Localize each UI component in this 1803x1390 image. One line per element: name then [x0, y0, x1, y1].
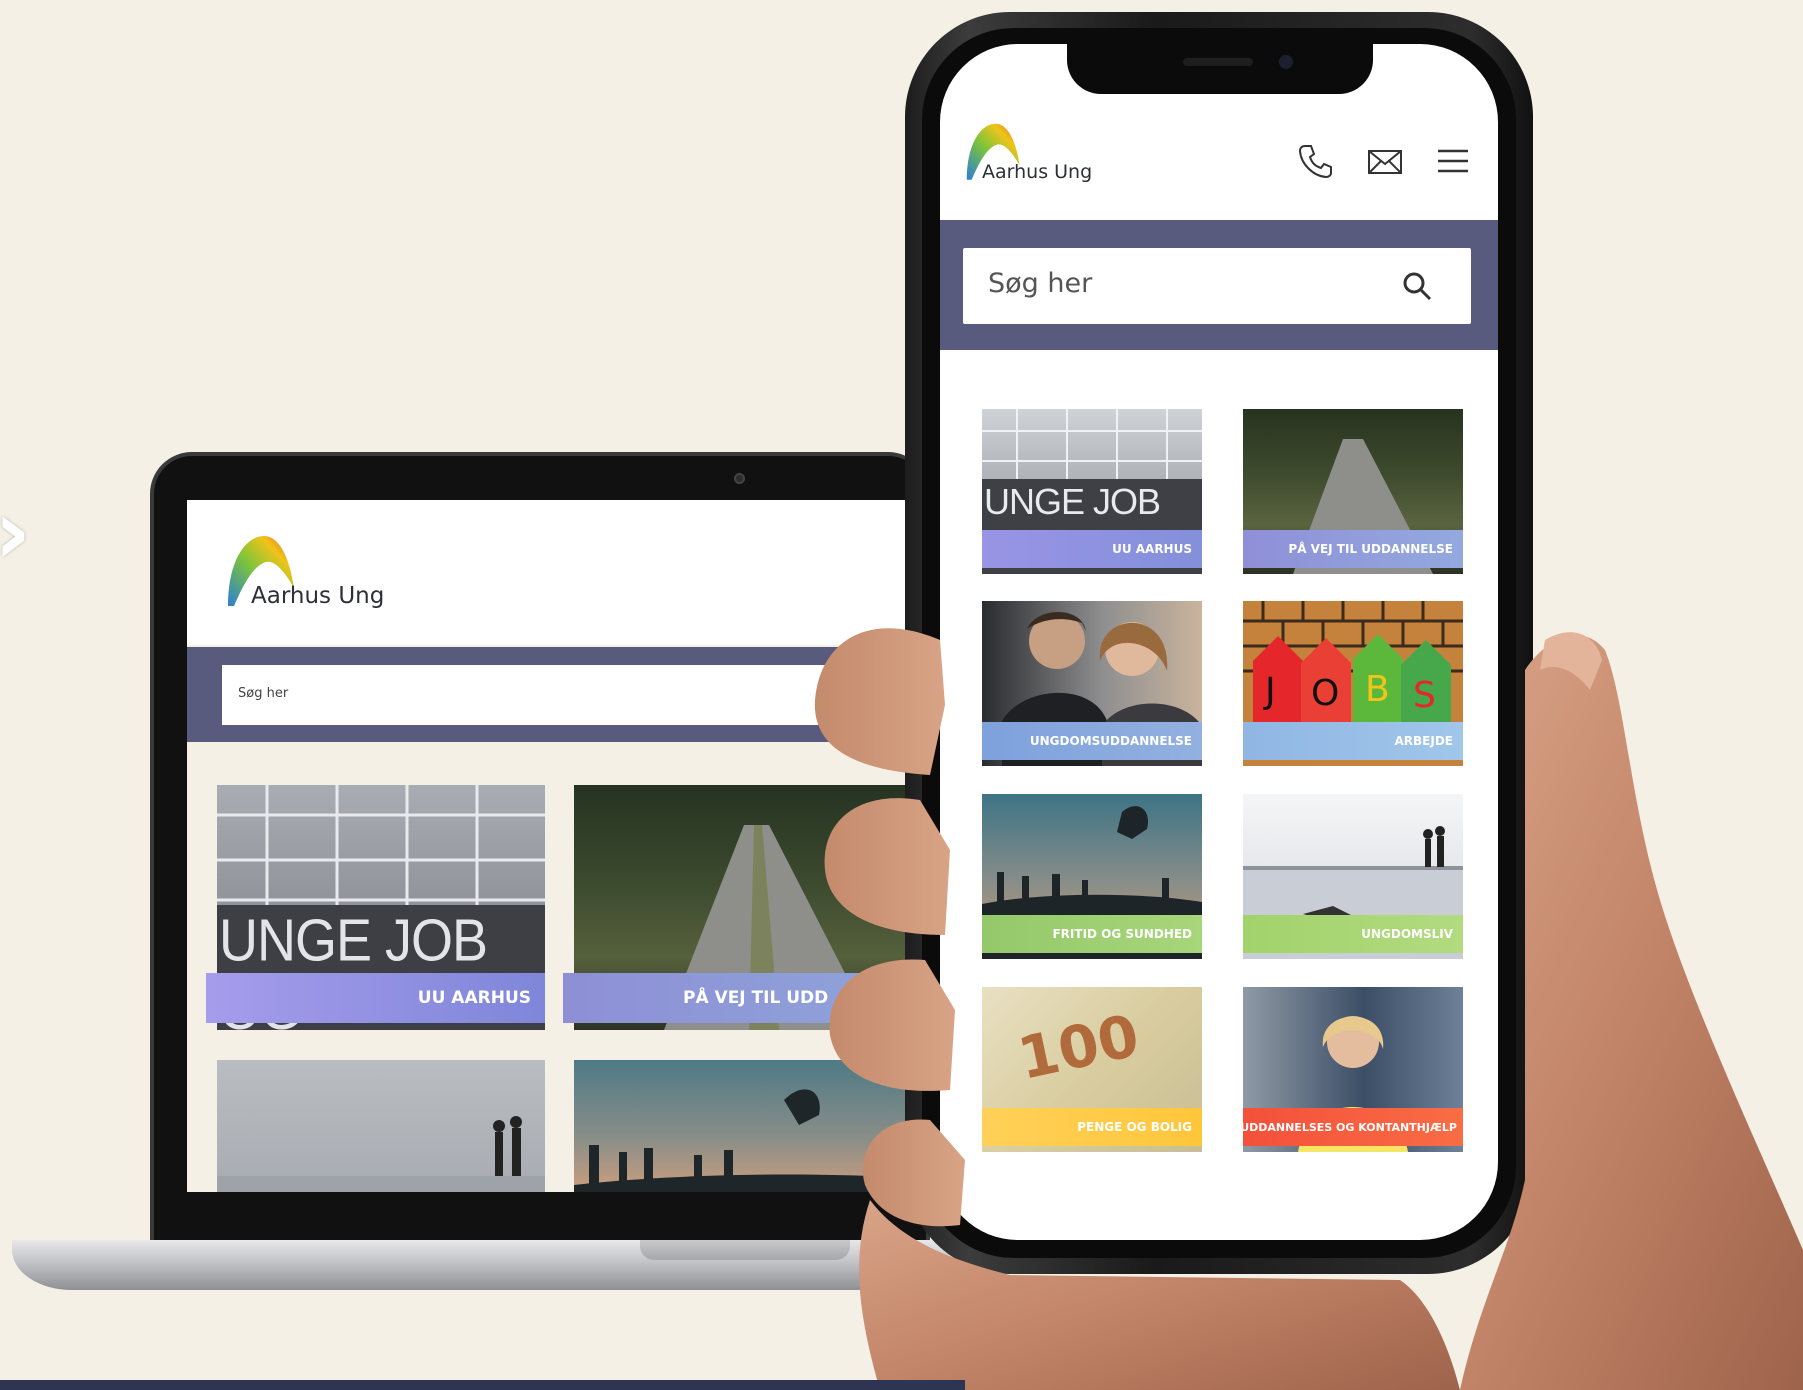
tile-label: PÅ VEJ TIL UDDANNELSE	[1243, 530, 1463, 568]
laptop-camera	[734, 473, 745, 484]
tile-label: UNGDOMSLIV	[1243, 915, 1463, 953]
laptop-tile-fritid[interactable]	[574, 1060, 947, 1192]
skater-silhouette-illustration	[574, 1089, 947, 1192]
mockup-stage: › Aarhus Ung	[0, 0, 1803, 1390]
sea-couple-photo	[217, 1060, 545, 1192]
laptop-opening-notch	[640, 1240, 850, 1260]
phone-tile-kontanthjaelp[interactable]: UDDANNELSES OG KONTANTHJÆLP	[1243, 987, 1463, 1152]
phone-front-camera	[1279, 55, 1293, 69]
tag-letter-b: B	[1365, 669, 1390, 710]
mail-icon[interactable]	[1366, 142, 1404, 180]
chevron-right-icon[interactable]: ›	[0, 480, 31, 585]
laptop-tile-label-uu-aarhus[interactable]: UU AARHUS	[206, 973, 545, 1023]
tile-label: ARBEJDE	[1243, 722, 1463, 760]
search-placeholder: Søg her	[988, 268, 1093, 299]
search-icon[interactable]	[1401, 270, 1433, 302]
logo-text: Aarhus Ung	[982, 161, 1093, 183]
tile-label: UDDANNELSES OG KONTANTHJÆLP	[1243, 1108, 1463, 1146]
phone-icon[interactable]	[1296, 142, 1334, 180]
tile-label: FRITID OG SUNDHED	[982, 915, 1202, 953]
phone-notch	[1067, 44, 1373, 94]
phone-tile-fritid[interactable]: FRITID OG SUNDHED	[982, 794, 1202, 959]
laptop-logo[interactable]: Aarhus Ung	[222, 530, 402, 620]
laptop-screen: Aarhus Ung Søg her UNGE JOB OG UU AARHUS	[187, 500, 947, 1192]
tag-letter-s: S	[1413, 675, 1436, 716]
phone-logo[interactable]: Aarhus Ung	[962, 119, 1132, 209]
couple-illustration	[217, 1116, 545, 1192]
laptop-tile-label-paa-vej[interactable]: PÅ VEJ TIL UDD	[563, 973, 947, 1023]
banknote-value-text: 100	[1012, 1001, 1145, 1093]
tile-label: PENGE OG BOLIG	[982, 1108, 1202, 1146]
phone-speaker	[1183, 58, 1253, 66]
skatepark-photo	[574, 1060, 947, 1192]
search-placeholder: Søg her	[238, 686, 289, 701]
laptop-tile-ungdomsliv[interactable]	[217, 1060, 545, 1192]
thumb-nail	[1540, 632, 1602, 690]
phone-tile-penge[interactable]: 100 PENGE OG BOLIG	[982, 987, 1202, 1152]
bottom-band	[0, 1380, 965, 1390]
phone-tile-arbejde[interactable]: J O B S ARBEJDE	[1243, 601, 1463, 766]
tag-letter-o: O	[1311, 673, 1340, 714]
menu-icon[interactable]	[1434, 142, 1472, 180]
phone-tile-uu-aarhus[interactable]: UNGE JOB OG UU AARHUS	[982, 409, 1202, 574]
phone-tile-ungdomsliv[interactable]: UNGDOMSLIV	[1243, 794, 1463, 959]
phone-screen: Aarhus Ung Søg her UNGE JOB UU AARHUS PÅ…	[940, 44, 1498, 1240]
phone-search-input[interactable]: Søg her	[963, 248, 1471, 324]
tile-label: UU AARHUS	[982, 530, 1202, 568]
phone-tile-ungdomsuddannelse[interactable]: UNGDOMSUDDANNELSE	[982, 601, 1202, 766]
laptop-header: Aarhus Ung	[187, 500, 947, 645]
tag-letter-j: J	[1265, 671, 1276, 712]
tile-label: UNGDOMSUDDANNELSE	[982, 722, 1202, 760]
laptop-search-input[interactable]: Søg her	[222, 665, 862, 725]
phone-tile-paa-vej[interactable]: PÅ VEJ TIL UDDANNELSE	[1243, 409, 1463, 574]
logo-text: Aarhus Ung	[251, 583, 385, 609]
